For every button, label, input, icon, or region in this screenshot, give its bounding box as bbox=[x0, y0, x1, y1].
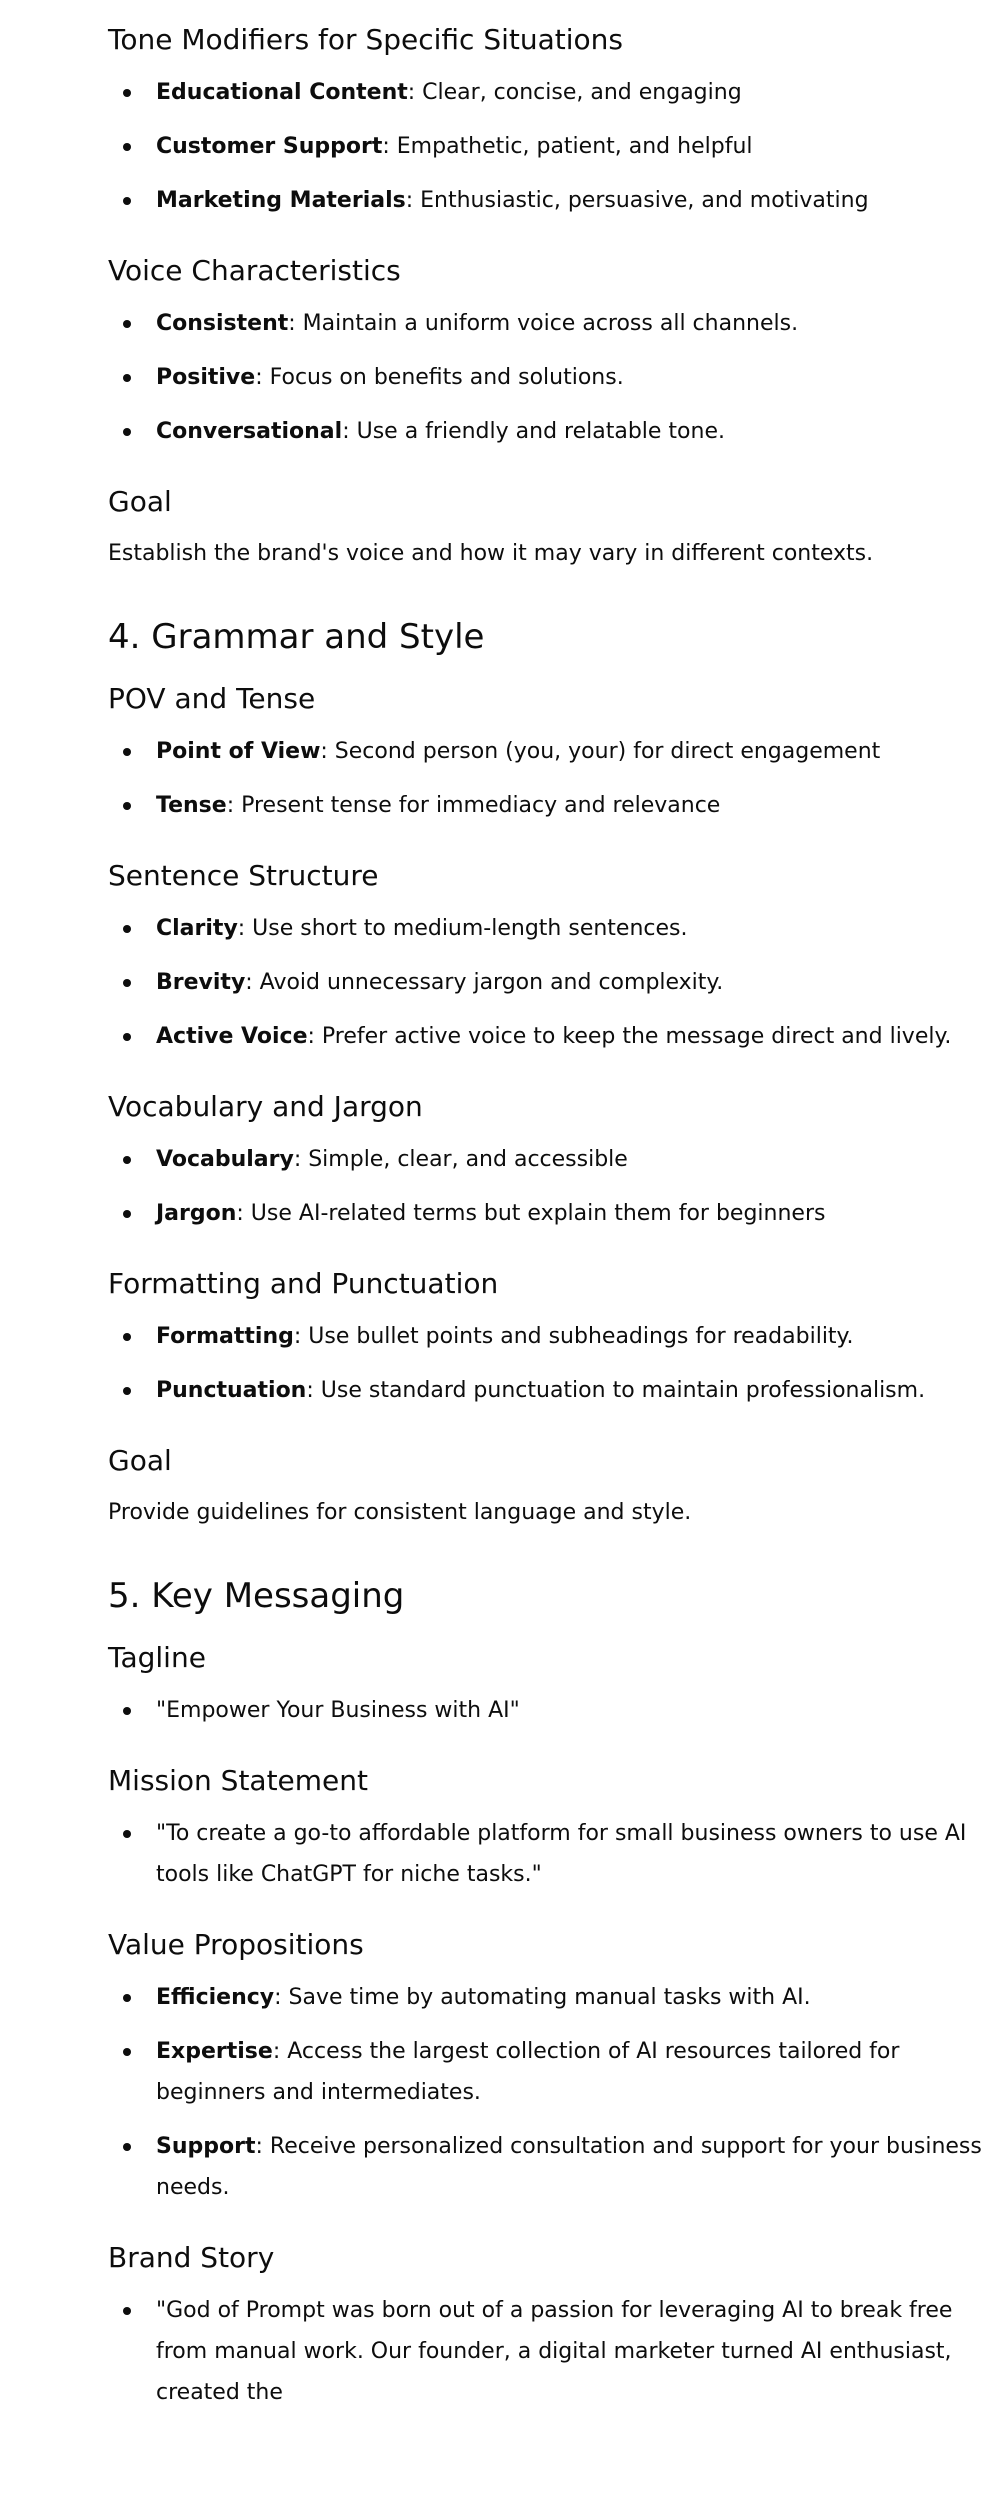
list-item: Point of View: Second person (you, your)… bbox=[108, 731, 988, 772]
list-item: Educational Content: Clear, concise, and… bbox=[108, 72, 988, 113]
goal-text-grammar: Provide guidelines for consistent langua… bbox=[108, 1500, 692, 1525]
list-item: Punctuation: Use standard punctuation to… bbox=[108, 1370, 988, 1411]
list-item: Formatting: Use bullet points and subhea… bbox=[108, 1316, 988, 1357]
list-item: Marketing Materials: Enthusiastic, persu… bbox=[108, 180, 988, 221]
item-term: Active Voice bbox=[156, 1024, 308, 1049]
item-desc: : Empathetic, patient, and helpful bbox=[382, 134, 753, 159]
list-item: Conversational: Use a friendly and relat… bbox=[108, 411, 988, 452]
list-item: Support: Receive personalized consultati… bbox=[108, 2126, 988, 2208]
item-desc: : Maintain a uniform voice across all ch… bbox=[288, 311, 799, 336]
list-formatting-and-punctuation: Formatting: Use bullet points and subhea… bbox=[108, 1316, 988, 1411]
heading-value-propositions: Value Propositions bbox=[108, 1928, 364, 1961]
section-title-key-messaging: 5. Key Messaging bbox=[108, 1576, 405, 1616]
item-term: Educational Content bbox=[156, 80, 408, 105]
item-term: Conversational bbox=[156, 419, 343, 444]
item-term: Expertise bbox=[156, 2039, 273, 2064]
heading-mission-statement: Mission Statement bbox=[108, 1764, 369, 1797]
list-voice-characteristics: Consistent: Maintain a uniform voice acr… bbox=[108, 303, 988, 452]
item-term: Jargon bbox=[156, 1201, 237, 1226]
section-title-grammar-and-style: 4. Grammar and Style bbox=[108, 617, 485, 657]
mission-text: "To create a go-to affordable platform f… bbox=[156, 1821, 967, 1887]
item-term: Vocabulary bbox=[156, 1147, 294, 1172]
item-term: Formatting bbox=[156, 1324, 294, 1349]
document-content: Tone Modifiers for Specific Situations E… bbox=[108, 18, 988, 2413]
item-desc: : Use short to medium-length sentences. bbox=[237, 916, 688, 941]
heading-goal: Goal bbox=[108, 485, 172, 518]
list-item: Tense: Present tense for immediacy and r… bbox=[108, 785, 988, 826]
goal-text: Establish the brand's voice and how it m… bbox=[108, 541, 874, 566]
list-tone-modifiers: Educational Content: Clear, concise, and… bbox=[108, 72, 988, 221]
item-desc: : Prefer active voice to keep the messag… bbox=[307, 1024, 952, 1049]
item-desc: : Receive personalized consultation and … bbox=[156, 2134, 982, 2200]
item-desc: : Avoid unnecessary jargon and complexit… bbox=[245, 970, 724, 995]
list-pov-and-tense: Point of View: Second person (you, your)… bbox=[108, 731, 988, 826]
item-desc: : Enthusiastic, persuasive, and motivati… bbox=[405, 188, 869, 213]
list-item: Active Voice: Prefer active voice to kee… bbox=[108, 1016, 988, 1057]
list-item: "To create a go-to affordable platform f… bbox=[108, 1813, 988, 1895]
list-brand-story: "God of Prompt was born out of a passion… bbox=[108, 2290, 988, 2413]
heading-goal-grammar: Goal bbox=[108, 1444, 172, 1477]
heading-pov-and-tense: POV and Tense bbox=[108, 682, 316, 715]
item-term: Tense bbox=[156, 793, 227, 818]
heading-voice-characteristics: Voice Characteristics bbox=[108, 254, 401, 287]
brand-story-text: "God of Prompt was born out of a passion… bbox=[156, 2298, 953, 2405]
list-sentence-structure: Clarity: Use short to medium-length sent… bbox=[108, 908, 988, 1057]
list-item: Efficiency: Save time by automating manu… bbox=[108, 1977, 988, 2018]
item-desc: : Clear, concise, and engaging bbox=[407, 80, 742, 105]
item-term: Efficiency bbox=[156, 1985, 275, 2010]
heading-vocabulary-and-jargon: Vocabulary and Jargon bbox=[108, 1090, 423, 1123]
item-term: Clarity bbox=[156, 916, 238, 941]
list-tagline: "Empower Your Business with AI" bbox=[108, 1690, 988, 1731]
item-desc: : Use AI-related terms but explain them … bbox=[236, 1201, 826, 1226]
heading-sentence-structure: Sentence Structure bbox=[108, 859, 379, 892]
item-term: Point of View bbox=[156, 739, 321, 764]
item-desc: : Use bullet points and subheadings for … bbox=[293, 1324, 854, 1349]
list-item: Jargon: Use AI-related terms but explain… bbox=[108, 1193, 988, 1234]
list-item: Clarity: Use short to medium-length sent… bbox=[108, 908, 988, 949]
item-term: Positive bbox=[156, 365, 256, 390]
list-mission-statement: "To create a go-to affordable platform f… bbox=[108, 1813, 988, 1895]
list-value-propositions: Efficiency: Save time by automating manu… bbox=[108, 1977, 988, 2208]
list-item: Positive: Focus on benefits and solution… bbox=[108, 357, 988, 398]
item-desc: : Second person (you, your) for direct e… bbox=[320, 739, 881, 764]
list-item: Consistent: Maintain a uniform voice acr… bbox=[108, 303, 988, 344]
list-item: Brevity: Avoid unnecessary jargon and co… bbox=[108, 962, 988, 1003]
list-item: Customer Support: Empathetic, patient, a… bbox=[108, 126, 988, 167]
list-item: Expertise: Access the largest collection… bbox=[108, 2031, 988, 2113]
item-term: Support bbox=[156, 2134, 256, 2159]
heading-tone-modifiers: Tone Modifiers for Specific Situations bbox=[108, 23, 623, 56]
list-vocabulary-and-jargon: Vocabulary: Simple, clear, and accessibl… bbox=[108, 1139, 988, 1234]
item-desc: : Save time by automating manual tasks w… bbox=[274, 1985, 811, 2010]
list-item: "Empower Your Business with AI" bbox=[108, 1690, 988, 1731]
list-item: "God of Prompt was born out of a passion… bbox=[108, 2290, 988, 2413]
item-term: Marketing Materials bbox=[156, 188, 406, 213]
heading-tagline: Tagline bbox=[108, 1641, 206, 1674]
item-term: Consistent bbox=[156, 311, 289, 336]
item-desc: : Focus on benefits and solutions. bbox=[255, 365, 624, 390]
tagline-text: "Empower Your Business with AI" bbox=[156, 1698, 520, 1723]
heading-brand-story: Brand Story bbox=[108, 2241, 275, 2274]
item-term: Punctuation bbox=[156, 1378, 307, 1403]
item-desc: : Simple, clear, and accessible bbox=[293, 1147, 628, 1172]
item-desc: : Present tense for immediacy and releva… bbox=[226, 793, 721, 818]
item-term: Customer Support bbox=[156, 134, 383, 159]
item-term: Brevity bbox=[156, 970, 246, 995]
item-desc: : Use a friendly and relatable tone. bbox=[342, 419, 725, 444]
item-desc: : Use standard punctuation to maintain p… bbox=[306, 1378, 926, 1403]
list-item: Vocabulary: Simple, clear, and accessibl… bbox=[108, 1139, 988, 1180]
document-page: Tone Modifiers for Specific Situations E… bbox=[0, 0, 1000, 2500]
heading-formatting-and-punctuation: Formatting and Punctuation bbox=[108, 1267, 499, 1300]
